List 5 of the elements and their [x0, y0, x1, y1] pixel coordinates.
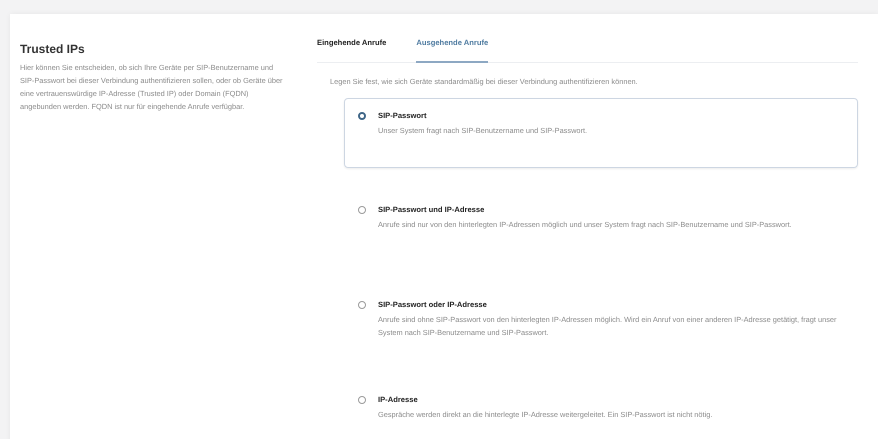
radio-button[interactable]	[358, 396, 366, 404]
radio-button[interactable]	[358, 206, 366, 214]
section-title: Trusted IPs	[20, 42, 86, 56]
radio-button[interactable]	[358, 300, 366, 308]
radio-button[interactable]	[358, 112, 366, 120]
